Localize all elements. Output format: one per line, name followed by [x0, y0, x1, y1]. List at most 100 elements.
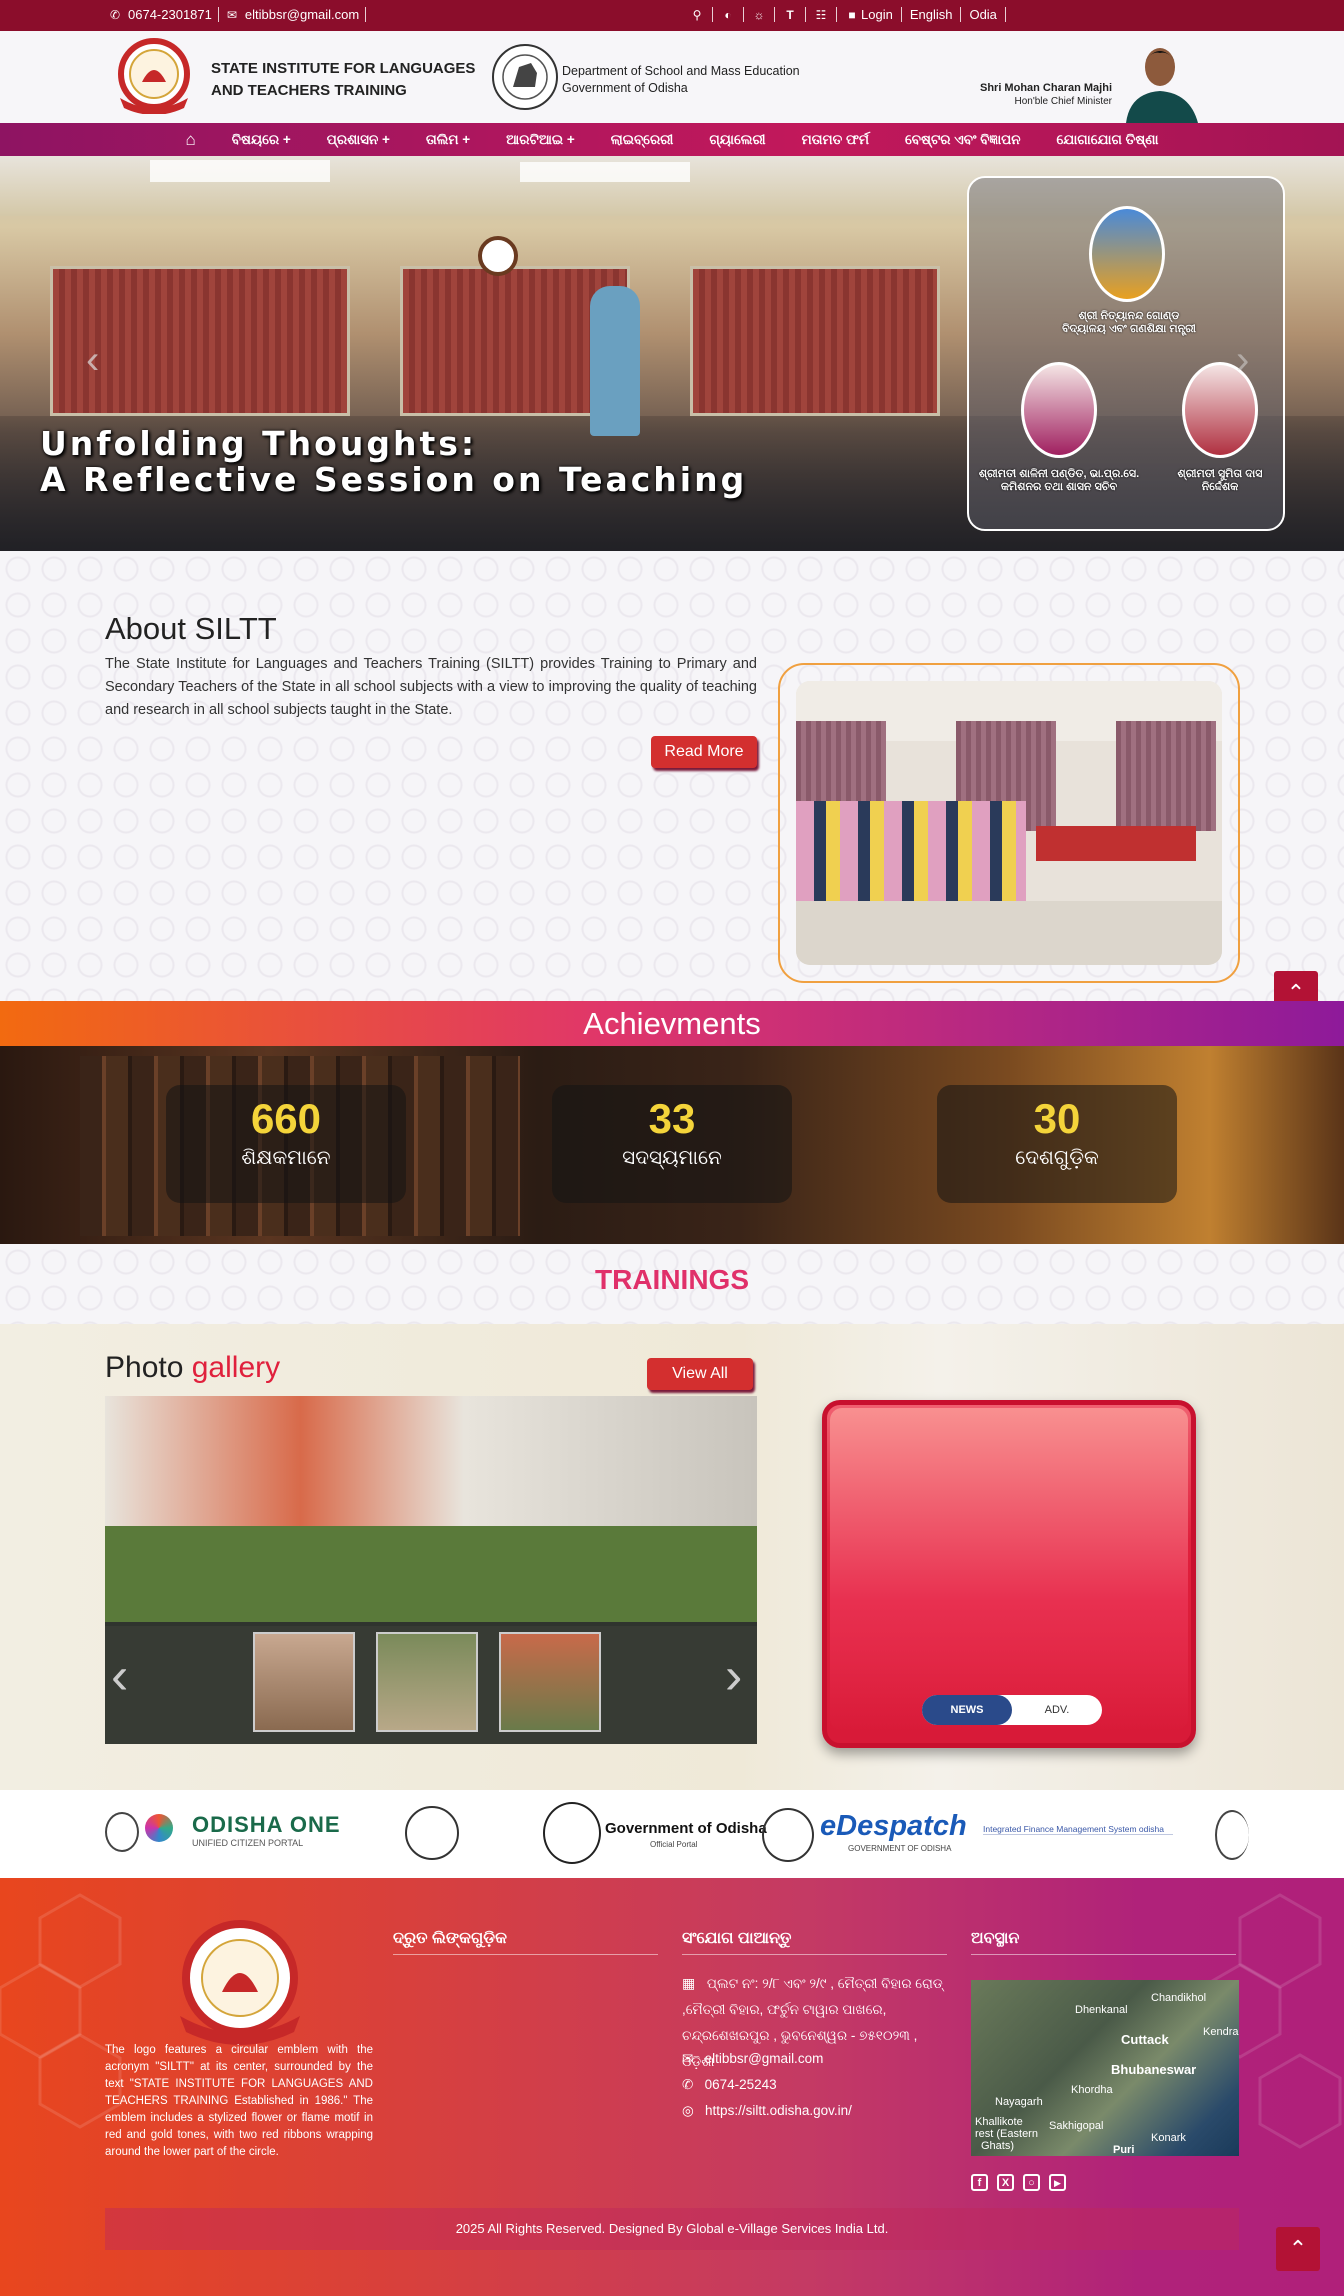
social-links: f X ○ ▶ [971, 2174, 1066, 2191]
odia-link[interactable]: Odia [969, 7, 996, 22]
read-more-button[interactable]: Read More [651, 736, 757, 768]
goo-portal-logo[interactable]: Government of Odisha [605, 1820, 767, 1837]
building-icon: ▦ [682, 1975, 707, 1991]
location-heading: ଅବସ୍ଥାନ [971, 1930, 1236, 1955]
about-photo [796, 681, 1222, 965]
commissioner-caption: ଶ୍ରୀମତୀ ଶାଳିନୀ ପଣ୍ଡିତ, ଭା.ପ୍ର.ସେ. କମିଶନର… [971, 468, 1147, 494]
achievements-section: 660 ଶିକ୍ଷକମାନେ 33 ସଦସ୍ୟମାନେ 30 ଦେଶଗୁଡ଼ିକ [0, 1046, 1344, 1244]
nav-item-feedback[interactable]: ମତାମତ ଫର୍ମ [784, 132, 887, 148]
photo-audience [796, 801, 1026, 901]
odisha-emblem-icon [405, 1806, 459, 1860]
site-header: STATE INSTITUTE FOR LANGUAGES AND TEACHE… [0, 31, 1344, 123]
youtube-icon[interactable]: ▶ [1049, 2174, 1066, 2191]
divider [365, 7, 367, 22]
contrast-icon[interactable]: ◐ [721, 8, 735, 22]
partner-logos: ODISHA ONE UNIFIED CITIZEN PORTAL Govern… [0, 1790, 1344, 1878]
stat-members-number: 33 [648, 1095, 696, 1142]
topbar-email[interactable]: eltibbsr@gmail.com [245, 7, 359, 22]
gallery-thumb[interactable] [253, 1632, 355, 1732]
x-twitter-icon[interactable]: X [997, 2174, 1014, 2191]
gallery-prev-icon[interactable]: ‹ [111, 1646, 128, 1706]
gallery-thumb[interactable] [376, 1632, 478, 1732]
photo-table [1036, 826, 1196, 861]
nav-item-rti[interactable]: ଆରଟିଆଇ + [488, 132, 593, 148]
photo-building [105, 1396, 757, 1526]
home-icon[interactable]: ⌂ [168, 130, 214, 150]
nav-item-notices[interactable]: ବେଷ୍ଟର ଏବଂ ବିଜ୍ଞାପନ [887, 132, 1039, 148]
lock-icon: ■ [848, 7, 856, 22]
footer-siltt-logo[interactable] [160, 1920, 320, 2052]
map-label: Dhenkanal [1075, 2004, 1128, 2016]
ifms-logo[interactable]: Integrated Finance Management System odi… [983, 1824, 1173, 1835]
edespatch-sub: GOVERNMENT OF ODISHA [848, 1844, 952, 1853]
speaker [590, 286, 640, 436]
edespatch-logo[interactable]: eDespatch [820, 1810, 967, 1843]
footer-scroll-top-button[interactable]: ⌃ [1276, 2227, 1320, 2271]
minister-photo [1089, 206, 1165, 302]
trainings-section: TRAININGS [0, 1244, 1344, 1324]
map-label: Konark [1151, 2132, 1186, 2144]
contact-email[interactable]: eltibbsr@gmail.com [705, 2051, 824, 2066]
topbar-phone[interactable]: 0674-2301871 [128, 7, 212, 22]
map-label: rest (Eastern [975, 2128, 1038, 2140]
nav-item-administration[interactable]: ପ୍ରଶାସନ + [309, 132, 408, 148]
contact-email-row: ✉ eltibbsr@gmail.com [682, 2046, 823, 2072]
odisha-emblem-icon [492, 44, 558, 110]
about-image-frame [778, 663, 1240, 983]
odisha-one-icon [145, 1814, 173, 1842]
map-label: Bhubaneswar [1111, 2062, 1197, 2077]
odisha-one-logo[interactable]: ODISHA ONE [192, 1812, 341, 1838]
stat-teachers-label: ଶିକ୍ଷକମାନେ [241, 1147, 331, 1169]
odisha-one-sub: UNIFIED CITIZEN PORTAL [192, 1838, 304, 1848]
nav-item-training[interactable]: ତାଲିମ + [408, 132, 488, 148]
photo-floor [796, 901, 1222, 965]
nav-item-gallery[interactable]: ଗ୍ୟାଲେରୀ [691, 132, 783, 148]
nav-item-contact[interactable]: ଯୋଗାଯୋଗ ତିଷ୍ଣା [1039, 132, 1177, 148]
divider [900, 7, 902, 22]
footer-logo-description: The logo features a circular emblem with… [105, 2044, 373, 2158]
cm-photo [1126, 48, 1198, 123]
about-text: The State Institute for Languages and Te… [105, 656, 757, 718]
nav-item-about[interactable]: ବିଷୟରେ + [214, 132, 309, 148]
gallery-thumb[interactable] [499, 1632, 601, 1732]
divider [743, 7, 744, 22]
hero-slider[interactable]: ‹ Unfolding Thoughts: A Reflective Sessi… [0, 156, 1344, 551]
english-link[interactable]: English [910, 7, 953, 22]
stat-countries: 30 ଦେଶଗୁଡ଼ିକ [937, 1085, 1177, 1203]
hero-title-line2: A Reflective Session on Teaching [40, 460, 748, 499]
siltt-logo[interactable] [106, 38, 202, 114]
next-slide-icon[interactable]: › [1236, 338, 1249, 383]
map-label: Khallikote [975, 2116, 1023, 2128]
map-label: Nayagarh [995, 2096, 1043, 2108]
instagram-icon[interactable]: ○ [1023, 2174, 1040, 2191]
contact-phone[interactable]: 0674-25243 [705, 2077, 777, 2092]
location-map[interactable]: Chandikhol Dhenkanal Cuttack Kendra Bhub… [971, 1980, 1239, 2156]
map-label: Chandikhol [1151, 1992, 1207, 2004]
accessibility-icon[interactable]: ☼ [752, 8, 766, 22]
goo-portal-sub: Official Portal [650, 1840, 698, 1849]
stat-countries-label: ଦେଶଗୁଡ଼ିକ [1015, 1147, 1099, 1169]
nav-item-library[interactable]: ଲାଇବ୍ରେରୀ [593, 132, 692, 148]
minister-name: ଶ୍ରୀ ନିତ୍ୟାନନ୍ଦ ଗୋଣ୍ଡ [1078, 310, 1180, 322]
contact-website-row: ◎ https://siltt.odisha.gov.in/ [682, 2098, 852, 2124]
news-tabs: NEWS ADV. [922, 1695, 1102, 1725]
prev-slide-icon[interactable]: ‹ [86, 338, 99, 383]
gallery-next-icon[interactable]: › [725, 1646, 742, 1706]
tab-news[interactable]: NEWS [922, 1695, 1012, 1725]
minister-caption: ଶ୍ରୀ ନିତ୍ୟାନନ୍ଦ ଗୋଣ୍ଡ ବିଦ୍ୟାଳୟ ଏବଂ ଗଣଶିକ… [1049, 310, 1209, 336]
view-all-button[interactable]: View All [647, 1358, 753, 1390]
login-link[interactable]: Login [861, 7, 893, 22]
search-icon[interactable]: ⚲ [690, 8, 704, 22]
sitemap-icon[interactable]: ☷ [814, 8, 828, 22]
divider [217, 7, 219, 22]
tab-adv[interactable]: ADV. [1012, 1695, 1102, 1725]
department-line2: Government of Odisha [562, 81, 688, 95]
photo-curtain [1116, 721, 1216, 831]
contact-strip: ✆ 0674-2301871 ✉ eltibbsr@gmail.com [108, 7, 367, 22]
text-size-icon[interactable]: T [783, 8, 797, 22]
gallery-title-b: gallery [191, 1351, 281, 1384]
institute-name-line1: STATE INSTITUTE FOR LANGUAGES [211, 60, 476, 77]
contact-website[interactable]: https://siltt.odisha.gov.in/ [705, 2103, 852, 2118]
gallery-main-photo[interactable]: ‹ › [105, 1396, 757, 1744]
facebook-icon[interactable]: f [971, 2174, 988, 2191]
